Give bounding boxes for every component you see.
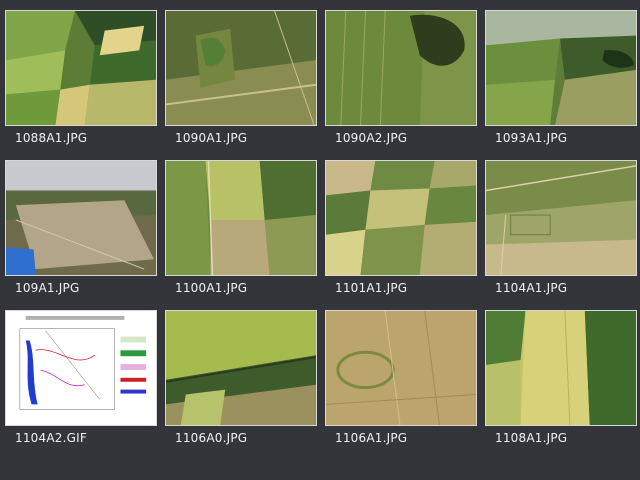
thumbnail-filename: 1100A1.JPG: [175, 281, 248, 295]
thumbnail-filename: 1106A1.JPG: [335, 431, 408, 445]
thumbnail-image[interactable]: [325, 10, 477, 126]
thumbnail-item[interactable]: 1106A0.JPG: [165, 310, 317, 460]
thumbnail-image[interactable]: [5, 10, 157, 126]
thumbnail-image[interactable]: [485, 10, 637, 126]
thumbnail-filename: 1104A1.JPG: [495, 281, 568, 295]
aerial-photo-icon: [486, 11, 636, 125]
thumbnail-item[interactable]: 1101A1.JPG: [325, 160, 477, 310]
thumbnail-image[interactable]: [325, 310, 477, 426]
thumbnail-item[interactable]: 1104A1.JPG: [485, 160, 637, 310]
thumbnail-image[interactable]: [325, 160, 477, 276]
thumbnail-filename: 1101A1.JPG: [335, 281, 408, 295]
thumbnail-filename: 1090A2.JPG: [335, 131, 408, 145]
aerial-photo-icon: [326, 311, 476, 425]
aerial-photo-icon: [6, 161, 156, 275]
aerial-photo-icon: [326, 11, 476, 125]
thumbnail-filename: 1108A1.JPG: [495, 431, 568, 445]
thumbnail-image[interactable]: [5, 310, 157, 426]
aerial-photo-icon: [166, 161, 316, 275]
thumbnail-item[interactable]: 1100A1.JPG: [165, 160, 317, 310]
thumbnail-item[interactable]: 1104A2.GIF: [5, 310, 157, 460]
thumbnail-filename: 1088A1.JPG: [15, 131, 88, 145]
thumbnail-item[interactable]: 1090A2.JPG: [325, 10, 477, 160]
thumbnail-item[interactable]: 1090A1.JPG: [165, 10, 317, 160]
thumbnail-item[interactable]: 1108A1.JPG: [485, 310, 637, 460]
aerial-photo-icon: [166, 311, 316, 425]
thumbnail-image[interactable]: [165, 310, 317, 426]
thumbnail-image[interactable]: [485, 310, 637, 426]
map-chart-icon: [6, 311, 156, 425]
thumbnail-filename: 1093A1.JPG: [495, 131, 568, 145]
aerial-photo-icon: [166, 11, 316, 125]
thumbnail-filename: 1106A0.JPG: [175, 431, 248, 445]
aerial-photo-icon: [486, 161, 636, 275]
thumbnail-grid: 1088A1.JPG 1090A1.JPG 1090A2.JPG 1093A1.…: [0, 0, 640, 480]
thumbnail-item[interactable]: 1106A1.JPG: [325, 310, 477, 460]
aerial-photo-icon: [326, 161, 476, 275]
aerial-photo-icon: [6, 11, 156, 125]
aerial-photo-icon: [486, 311, 636, 425]
thumbnail-filename: 1104A2.GIF: [15, 431, 87, 445]
thumbnail-image[interactable]: [485, 160, 637, 276]
thumbnail-item[interactable]: 1088A1.JPG: [5, 10, 157, 160]
thumbnail-image[interactable]: [165, 10, 317, 126]
thumbnail-filename: 1090A1.JPG: [175, 131, 248, 145]
thumbnail-image[interactable]: [5, 160, 157, 276]
thumbnail-item[interactable]: 109A1.JPG: [5, 160, 157, 310]
thumbnail-filename: 109A1.JPG: [15, 281, 80, 295]
thumbnail-image[interactable]: [165, 160, 317, 276]
thumbnail-item[interactable]: 1093A1.JPG: [485, 10, 637, 160]
